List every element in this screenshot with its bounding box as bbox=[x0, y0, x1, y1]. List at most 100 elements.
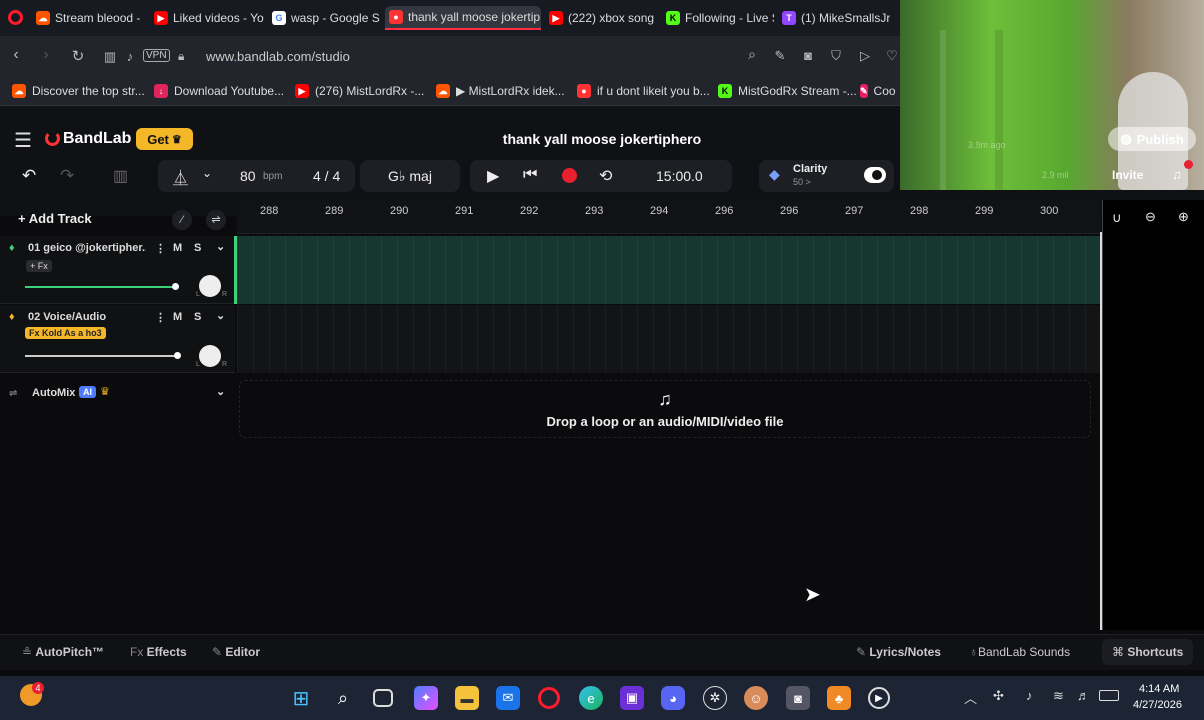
play-icon[interactable]: ▶ bbox=[487, 166, 499, 186]
undo-icon[interactable]: ↶ bbox=[22, 166, 36, 186]
get-membership-button[interactable]: Get ♛ bbox=[136, 128, 193, 150]
skip-back-icon[interactable]: ⏮ bbox=[523, 166, 537, 184]
forward-icon[interactable]: › bbox=[36, 46, 56, 64]
solo-button[interactable]: S bbox=[194, 311, 201, 323]
volume-slider[interactable] bbox=[25, 355, 177, 357]
volume-slider[interactable] bbox=[25, 286, 175, 288]
tab-7[interactable]: T (1) MikeSmallsJr - bbox=[778, 6, 890, 30]
character-app-icon[interactable]: ☺ bbox=[744, 686, 768, 710]
bell-icon[interactable]: ♫ bbox=[1172, 167, 1182, 182]
menu-icon[interactable]: ☰ bbox=[14, 128, 32, 153]
media-player-icon[interactable]: ▶ bbox=[868, 687, 890, 709]
sliders-icon[interactable]: ⇌ bbox=[206, 210, 226, 230]
tab-1[interactable]: ☁ Stream bleood - 8 bbox=[32, 6, 144, 30]
copilot-icon[interactable]: ✦ bbox=[414, 686, 438, 710]
bookmark-3[interactable]: ▶ (276) MistLordRx -... bbox=[295, 84, 424, 98]
volume-icon[interactable]: ♬ bbox=[1077, 688, 1090, 703]
effects-button[interactable]: Fx Effects bbox=[130, 645, 187, 659]
clapper-icon[interactable]: ▣ bbox=[620, 686, 644, 710]
windows-start-icon[interactable]: ⊞ bbox=[289, 686, 313, 710]
tab-6[interactable]: K Following - Live S bbox=[662, 6, 774, 30]
file-explorer-icon[interactable]: ▬ bbox=[455, 686, 479, 710]
tab-5[interactable]: ▶ (222) xbox song p bbox=[545, 6, 657, 30]
chatgpt-icon[interactable]: ✲ bbox=[703, 686, 727, 710]
chevron-down-icon[interactable]: ⌄ bbox=[216, 240, 225, 253]
clarity-value[interactable]: 50 > bbox=[793, 177, 811, 187]
zoom-out-icon[interactable]: ⊖ bbox=[1145, 209, 1156, 225]
lyrics-notes-button[interactable]: ✎ Lyrics/Notes bbox=[856, 645, 941, 659]
tray-app-icon[interactable]: ✣ bbox=[993, 688, 1004, 704]
search-icon[interactable]: ⌕ bbox=[742, 46, 762, 63]
sidebar-icon[interactable]: ▥ bbox=[100, 49, 120, 65]
bookmark-5[interactable]: ● if u dont likeit you b... bbox=[577, 84, 710, 98]
wand-icon[interactable]: ⁄ bbox=[172, 210, 192, 230]
timeline-ruler[interactable] bbox=[237, 200, 1101, 234]
chevron-down-icon[interactable]: ⌄ bbox=[216, 385, 225, 398]
track-lane-2[interactable] bbox=[237, 305, 1101, 373]
piano-keys-icon[interactable]: ▥ bbox=[113, 166, 128, 186]
add-track-button[interactable]: + Add Track bbox=[18, 211, 92, 226]
bookmark-6[interactable]: K MistGodRx Stream -... bbox=[718, 84, 857, 98]
track-name-2[interactable]: 02 Voice/Audio bbox=[28, 311, 106, 323]
task-view-icon[interactable] bbox=[373, 689, 393, 707]
microphone-icon[interactable]: ♪ bbox=[120, 49, 140, 64]
redo-icon[interactable]: ↷ bbox=[60, 166, 74, 186]
search-icon[interactable]: ⌕ bbox=[331, 686, 355, 710]
track-arm-icon[interactable]: ♦ bbox=[9, 242, 15, 254]
camera-icon[interactable]: ◙ bbox=[786, 686, 810, 710]
add-fx-button[interactable]: + Fx bbox=[26, 260, 52, 272]
zoom-in-icon[interactable]: ⊕ bbox=[1178, 209, 1189, 225]
fx-preset-badge[interactable]: Fx Kold As a ho3 bbox=[25, 327, 106, 339]
invite-button[interactable]: Invite bbox=[1112, 168, 1143, 182]
tab-2[interactable]: ▶ Liked videos - You bbox=[150, 6, 264, 30]
track-menu-icon[interactable]: ⋮ bbox=[155, 242, 166, 255]
track-name-1[interactable]: 01 geico @jokertipher... bbox=[28, 242, 146, 254]
track-arm-icon[interactable]: ♦ bbox=[9, 311, 15, 323]
discord-icon[interactable]: ◕ bbox=[661, 686, 685, 710]
edit-icon[interactable]: ✎ bbox=[770, 48, 790, 64]
record-icon[interactable] bbox=[562, 168, 577, 183]
tempo-value[interactable]: 80 bbox=[240, 168, 256, 184]
bookmark-7[interactable]: ✎CooMeet - #1 Rand... bbox=[860, 84, 896, 98]
back-icon[interactable]: ‹ bbox=[6, 46, 26, 64]
autopitch-button[interactable]: ≗ AutoPitch™ bbox=[22, 645, 104, 659]
automix-label[interactable]: AutoMix bbox=[32, 387, 75, 399]
pan-knob[interactable] bbox=[199, 345, 221, 367]
shield-icon[interactable]: ⛉ bbox=[826, 48, 846, 64]
tab-4-active[interactable]: ● thank yall moose jokertip bbox=[385, 6, 541, 30]
mute-button[interactable]: M bbox=[173, 311, 182, 323]
pan-knob[interactable] bbox=[199, 275, 221, 297]
wifi-icon[interactable]: ≋ bbox=[1053, 688, 1064, 704]
heart-icon[interactable]: ♡ bbox=[882, 48, 902, 64]
vpn-badge[interactable]: VPN bbox=[143, 49, 170, 62]
project-title[interactable]: thank yall moose jokertiphero bbox=[480, 131, 724, 147]
fl-studio-icon[interactable]: ♣ bbox=[827, 686, 851, 710]
tab-3[interactable]: Gwasp - Google Se bbox=[268, 6, 380, 30]
url-field[interactable]: www.bandlab.com/studio bbox=[206, 49, 350, 64]
track-menu-icon[interactable]: ⋮ bbox=[155, 311, 166, 324]
metronome-icon[interactable]: ⏅ bbox=[173, 167, 188, 188]
chevron-down-icon[interactable]: ⌄ bbox=[216, 309, 225, 322]
editor-button[interactable]: ✎ Editor bbox=[212, 645, 260, 659]
bookmark-4[interactable]: ☁ ▶ MistLordRx idek... bbox=[436, 84, 565, 98]
tray-chevron-icon[interactable]: ︿ bbox=[964, 688, 977, 707]
clock-date[interactable]: 4/27/2026 bbox=[1133, 699, 1182, 711]
bookmark-2[interactable]: ↓ Download Youtube... bbox=[154, 84, 284, 98]
time-signature[interactable]: 4 / 4 bbox=[313, 168, 340, 184]
bandlab-sounds-button[interactable]: ♁BandLab Sounds bbox=[969, 645, 1070, 659]
track-lane-1[interactable] bbox=[237, 236, 1101, 304]
opera-logo-icon[interactable] bbox=[8, 10, 23, 25]
battery-icon[interactable] bbox=[1099, 690, 1119, 701]
bookmark-1[interactable]: ☁ Discover the top str... bbox=[12, 84, 145, 98]
publish-button[interactable]: ◍ Publish bbox=[1108, 127, 1196, 151]
volume-handle[interactable] bbox=[174, 352, 181, 359]
drop-zone[interactable]: ♫ Drop a loop or an audio/MIDI/video fil… bbox=[239, 380, 1091, 438]
shortcuts-button[interactable]: ⌘ Shortcuts bbox=[1102, 639, 1194, 665]
opera-icon[interactable] bbox=[538, 687, 560, 709]
volume-handle[interactable] bbox=[172, 283, 179, 290]
outlook-icon[interactable]: ✉ bbox=[496, 686, 520, 710]
clock-time[interactable]: 4:14 AM bbox=[1139, 683, 1179, 695]
chevron-down-icon[interactable]: ⌄ bbox=[202, 166, 212, 180]
camera-icon[interactable]: ◙ bbox=[798, 48, 818, 63]
solo-button[interactable]: S bbox=[194, 242, 201, 254]
